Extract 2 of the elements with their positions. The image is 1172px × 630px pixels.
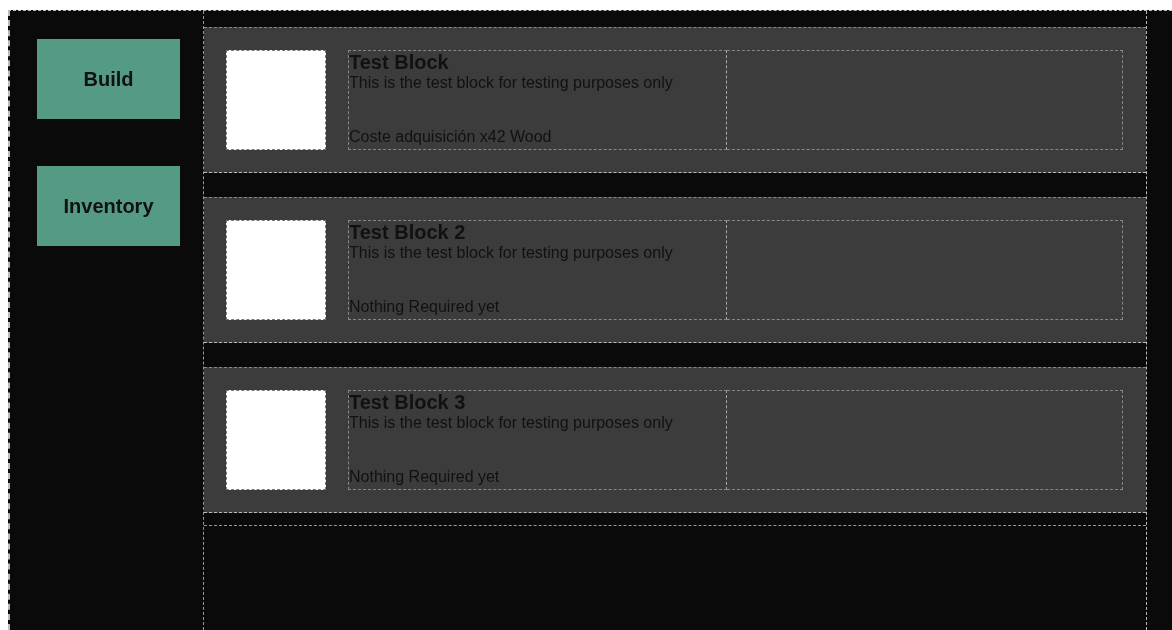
sidebar-button[interactable]: Build <box>37 39 180 119</box>
sidebar-button[interactable]: Inventory <box>37 166 180 246</box>
